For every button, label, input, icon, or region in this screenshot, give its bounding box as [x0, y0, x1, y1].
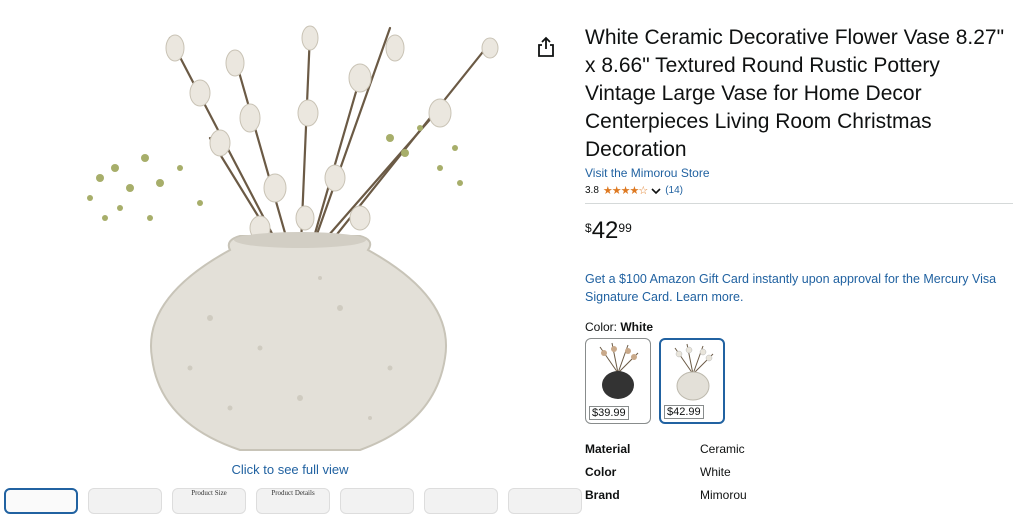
color-selection-label: Color: White — [585, 320, 1013, 334]
swatch-black[interactable]: $39.99 — [585, 338, 651, 424]
spec-row: Material Ceramic — [585, 442, 1013, 465]
spec-value: Ceramic — [700, 442, 745, 456]
spec-row: Color White — [585, 465, 1013, 488]
thumbnail-1[interactable] — [4, 488, 78, 514]
spec-row: Brand Mimorou — [585, 488, 1013, 511]
star-rating-icon[interactable]: ★★★★☆ — [603, 184, 648, 197]
color-swatches: $39.99 $42.99 — [585, 338, 1013, 424]
product-specs: Material Ceramic Color White Brand Mimor… — [585, 442, 1013, 511]
swatch-price: $42.99 — [664, 405, 704, 419]
thumbnail-5[interactable] — [340, 488, 414, 514]
white-vase-thumbnail — [674, 343, 714, 401]
share-icon[interactable] — [536, 36, 556, 58]
rating-value: 3.8 — [585, 185, 599, 196]
click-to-see-full-view-link[interactable]: Click to see full view — [0, 462, 580, 477]
spec-key: Material — [585, 442, 631, 456]
swatch-price: $39.99 — [589, 406, 629, 420]
gift-card-promo-link[interactable]: Get a $100 Amazon Gift Card instantly up… — [585, 270, 1013, 306]
thumbnail-3[interactable]: Product Size — [172, 488, 246, 514]
product-main-image[interactable] — [60, 18, 510, 458]
visit-store-link[interactable]: Visit the Mimorou Store — [585, 166, 1013, 180]
thumbnail-strip: Product Size Product Details — [4, 488, 582, 514]
thumbnail-4[interactable]: Product Details — [256, 488, 330, 514]
review-count-link[interactable]: (14) — [665, 185, 683, 196]
black-vase-thumbnail — [599, 342, 639, 399]
spec-key: Color — [585, 465, 617, 479]
image-gallery: Click to see full view Product Size Prod… — [0, 0, 582, 514]
chevron-down-icon[interactable] — [651, 187, 661, 195]
price: $ 42 99 — [585, 218, 1013, 244]
price-fraction: 99 — [618, 221, 632, 235]
thumbnail-2[interactable] — [88, 488, 162, 514]
price-whole: 42 — [591, 217, 619, 244]
spec-value: Mimorou — [700, 488, 747, 502]
divider — [585, 203, 1013, 204]
product-title: White Ceramic Decorative Flower Vase 8.2… — [585, 26, 1005, 161]
selected-color-value: White — [620, 320, 654, 334]
thumbnail-6[interactable] — [424, 488, 498, 514]
spec-key: Brand — [585, 488, 620, 502]
thumbnail-7[interactable] — [508, 488, 582, 514]
product-info: White Ceramic Decorative Flower Vase 8.2… — [585, 24, 1013, 511]
spec-value: White — [700, 465, 731, 479]
color-label: Color: — [585, 320, 618, 334]
rating-row: 3.8 ★★★★☆ (14) — [585, 184, 1013, 197]
swatch-white[interactable]: $42.99 — [659, 338, 725, 424]
price-symbol: $ — [585, 221, 592, 235]
